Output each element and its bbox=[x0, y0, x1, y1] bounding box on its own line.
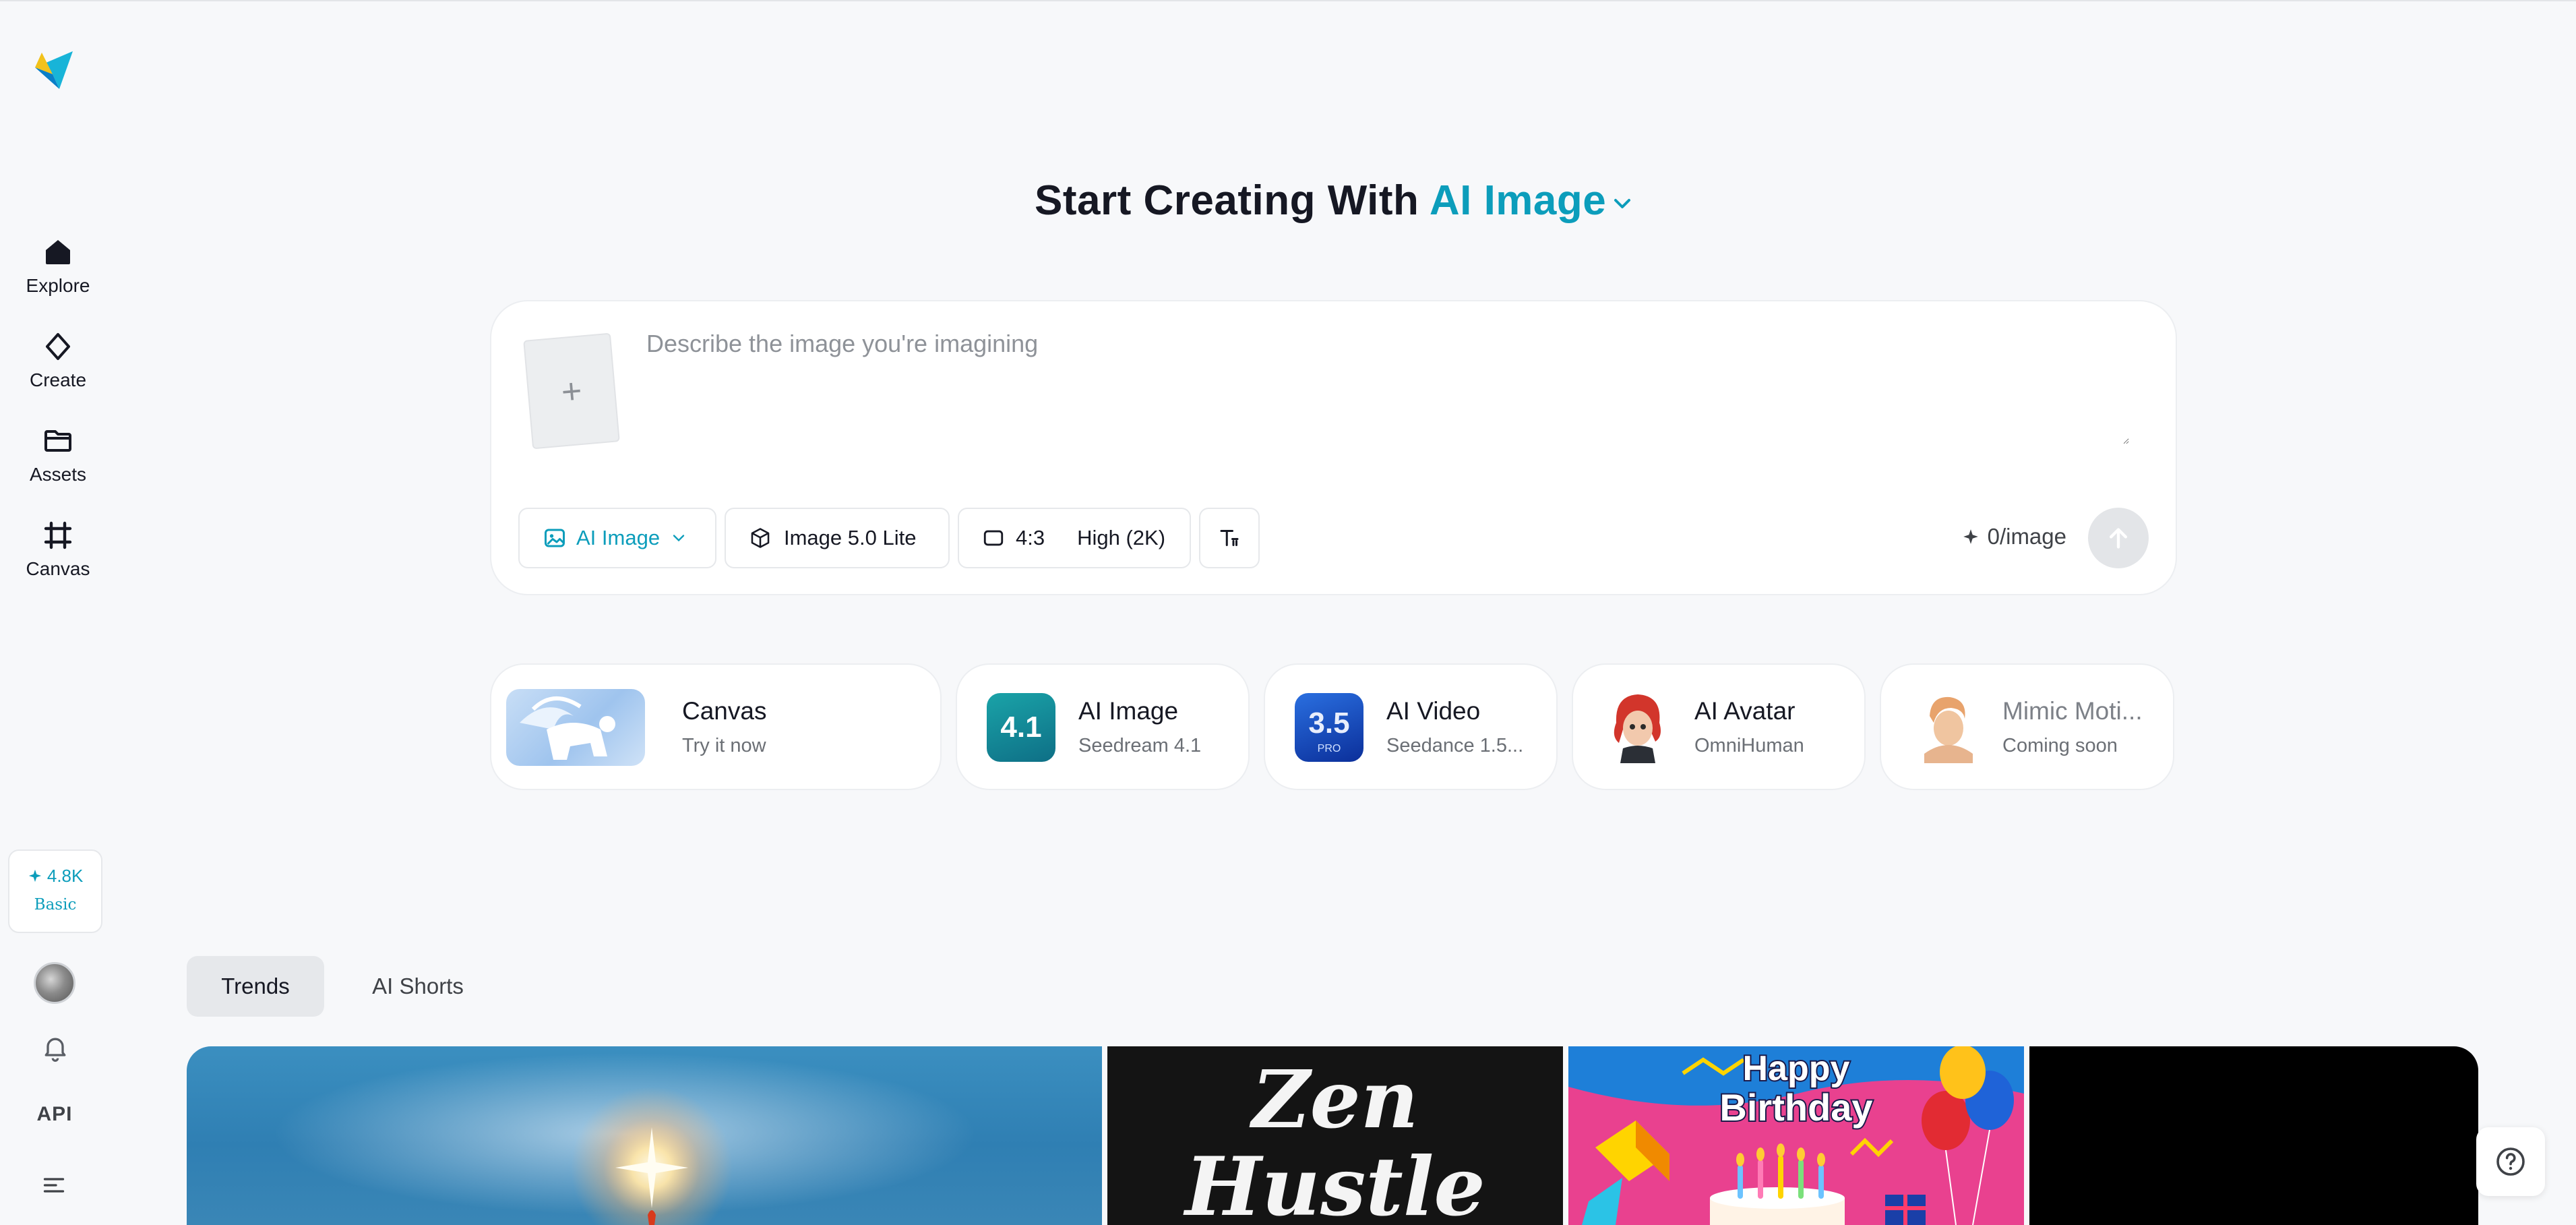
tool-card-ai-video[interactable]: 3.5 PRO AI Video Seedance 1.5... bbox=[1264, 663, 1558, 790]
gallery-text-line: Hustle bbox=[1183, 1139, 1485, 1225]
crop-frame-icon bbox=[44, 521, 72, 549]
title-prefix: Start Creating With bbox=[1035, 177, 1419, 224]
sparkle-icon bbox=[1963, 529, 1978, 544]
avatar[interactable] bbox=[34, 962, 75, 1004]
chevron-down-icon bbox=[673, 535, 685, 542]
prompt-input[interactable] bbox=[646, 330, 2129, 444]
mode-dropdown-label: AI Image bbox=[576, 526, 661, 549]
tool-card-subtitle: Seedance 1.5... bbox=[1386, 735, 1524, 756]
sidebar-item-create[interactable]: Create bbox=[0, 330, 116, 391]
prompt-card: + AI Image Image 5.0 Lite 4:3 High (2K) bbox=[490, 300, 2177, 595]
gallery-item-sky-glow[interactable] bbox=[187, 1046, 1102, 1225]
tool-card-subtitle: Coming soon bbox=[2002, 735, 2118, 756]
tool-card-canvas[interactable]: Canvas Try it now bbox=[490, 663, 942, 790]
top-border bbox=[0, 0, 2576, 1]
tool-card-ai-image[interactable]: 4.1 AI Image Seedream 4.1 bbox=[956, 663, 1250, 790]
page-title: Start Creating With AI Image bbox=[1035, 177, 1636, 225]
api-link[interactable]: API bbox=[0, 1103, 109, 1126]
aspect-ratio-icon bbox=[983, 530, 1004, 546]
seedream-badge: 4.1 bbox=[987, 693, 1055, 762]
badge-subtext: PRO bbox=[1317, 743, 1341, 754]
question-icon bbox=[2496, 1147, 2525, 1176]
help-button[interactable] bbox=[2476, 1127, 2545, 1196]
mode-dropdown[interactable]: AI Image bbox=[518, 508, 716, 568]
sidebar-item-assets[interactable]: Assets bbox=[0, 425, 116, 485]
tool-card-title: AI Video bbox=[1386, 697, 1481, 725]
arrow-up-icon bbox=[2110, 528, 2127, 549]
cost-indicator: 0/image bbox=[1962, 524, 2066, 549]
credits-badge[interactable]: 4.8K Basic bbox=[8, 849, 102, 933]
cost-label: 0/image bbox=[1987, 524, 2066, 549]
menu-lines-icon[interactable] bbox=[42, 1173, 66, 1201]
folder-icon bbox=[44, 430, 71, 452]
sparkle-icon bbox=[28, 869, 41, 883]
tool-card-title: Canvas bbox=[682, 697, 767, 725]
tool-card-title: AI Image bbox=[1078, 697, 1179, 725]
trends-gallery: Zen Hustle Happy Birthday bbox=[187, 1046, 2478, 1225]
plus-icon: + bbox=[559, 371, 584, 413]
gallery-text-line: Happy bbox=[1743, 1049, 1850, 1088]
credits-plan: Basic bbox=[34, 896, 77, 914]
tool-card-subtitle: Seedream 4.1 bbox=[1078, 735, 1202, 756]
sparkle-diamond-icon bbox=[46, 333, 70, 360]
logo-icon[interactable] bbox=[32, 47, 75, 93]
tool-card-title: AI Avatar bbox=[1694, 697, 1796, 725]
seedance-badge: 3.5 PRO bbox=[1295, 693, 1363, 762]
sidebar-item-label: Create bbox=[29, 369, 87, 390]
image-icon bbox=[545, 529, 565, 547]
cube-icon bbox=[751, 528, 770, 548]
mode-selector[interactable]: AI Image bbox=[1430, 177, 1636, 224]
tool-card-title: Mimic Moti... bbox=[2002, 697, 2143, 725]
gallery-item-black[interactable] bbox=[2029, 1046, 2478, 1225]
tab-ai-shorts[interactable]: AI Shorts bbox=[350, 956, 485, 1017]
credits-amount: 4.8K bbox=[9, 866, 101, 887]
tool-card-subtitle: OmniHuman bbox=[1694, 735, 1804, 756]
bell-icon[interactable] bbox=[40, 1033, 70, 1066]
tool-card-mimic-motion[interactable]: Mimic Moti... Coming soon bbox=[1880, 663, 2174, 790]
tool-card-ai-avatar[interactable]: AI Avatar OmniHuman bbox=[1572, 663, 1866, 790]
home-icon bbox=[46, 240, 70, 264]
ratio-quality-selector[interactable]: 4:3 High (2K) bbox=[958, 508, 1191, 568]
badge-text: 4.1 bbox=[1000, 711, 1042, 744]
chevron-down-icon bbox=[1614, 198, 1631, 208]
send-button[interactable] bbox=[2088, 508, 2149, 568]
avatar-character-image bbox=[1603, 689, 1673, 763]
sidebar-item-label: Canvas bbox=[26, 558, 90, 579]
mimic-motion-image bbox=[1911, 689, 1981, 763]
canvas-thumbnail bbox=[506, 689, 645, 766]
model-selector-label: Image 5.0 Lite bbox=[784, 526, 917, 549]
mode-selector-label: AI Image bbox=[1429, 177, 1607, 224]
sidebar-item-label: Explore bbox=[26, 275, 90, 296]
model-selector[interactable]: Image 5.0 Lite bbox=[725, 508, 950, 568]
upload-reference-button[interactable]: + bbox=[523, 332, 620, 450]
aspect-ratio-label: 4:3 bbox=[1016, 526, 1045, 549]
gallery-item-happy-birthday[interactable]: Happy Birthday bbox=[1568, 1046, 2024, 1225]
sidebar-item-label: Assets bbox=[29, 464, 87, 485]
text-style-button[interactable] bbox=[1199, 508, 1260, 568]
sidebar: Explore Create Assets Canvas 4.8K Basic … bbox=[0, 0, 116, 1225]
gallery-text-line: Zen bbox=[1249, 1052, 1418, 1146]
gallery-text-line: Birthday bbox=[1719, 1086, 1872, 1129]
text-format-icon bbox=[1220, 530, 1239, 546]
tool-card-subtitle: Try it now bbox=[682, 735, 766, 756]
sidebar-item-canvas[interactable]: Canvas bbox=[0, 519, 116, 580]
tab-trends[interactable]: Trends bbox=[187, 956, 324, 1017]
gallery-item-zen-hustle[interactable]: Zen Hustle bbox=[1107, 1046, 1563, 1225]
sidebar-item-explore[interactable]: Explore bbox=[0, 236, 116, 297]
badge-text: 3.5 bbox=[1308, 707, 1350, 740]
quality-label: High (2K) bbox=[1077, 526, 1166, 549]
